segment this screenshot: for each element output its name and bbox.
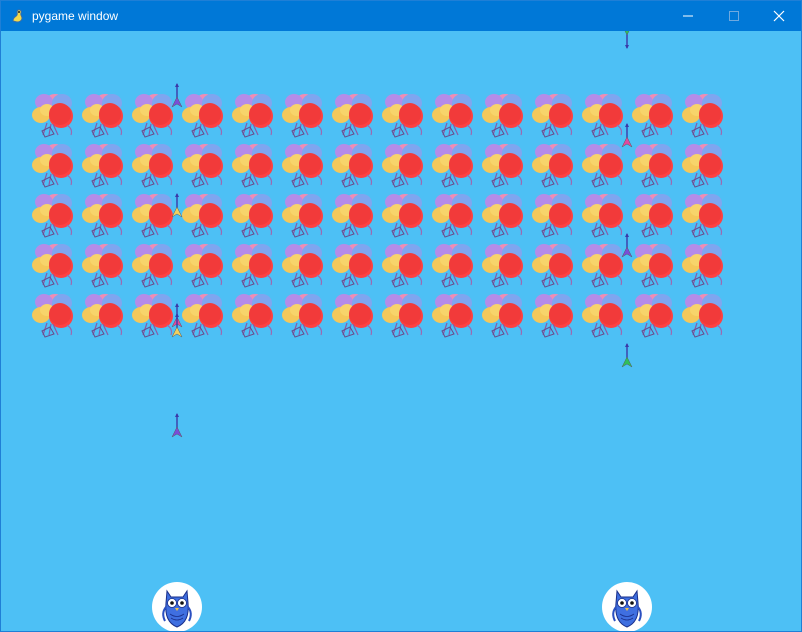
balloon-invader xyxy=(31,291,81,341)
balloon-invader xyxy=(681,241,731,291)
balloon-invader xyxy=(531,291,581,341)
balloon-invader xyxy=(131,141,181,191)
title-bar[interactable]: pygame window xyxy=(1,1,801,31)
balloon-invader xyxy=(631,191,681,241)
balloon-invader xyxy=(631,141,681,191)
balloon-invader xyxy=(681,91,731,141)
game-canvas[interactable] xyxy=(1,31,801,631)
balloon-invader xyxy=(281,291,331,341)
dart-projectile xyxy=(171,83,183,109)
owl-player-ship xyxy=(601,581,653,631)
balloon-invader xyxy=(481,191,531,241)
balloon-invader xyxy=(531,241,581,291)
balloon-invader xyxy=(181,241,231,291)
balloon-invader xyxy=(81,91,131,141)
balloon-invader xyxy=(181,191,231,241)
balloon-invader xyxy=(331,291,381,341)
balloon-invader xyxy=(231,241,281,291)
balloon-invader xyxy=(631,241,681,291)
balloon-invader xyxy=(631,91,681,141)
balloon-invader xyxy=(431,191,481,241)
dart-projectile xyxy=(171,313,183,339)
minimize-button[interactable] xyxy=(665,1,711,31)
owl-player-ship xyxy=(151,581,203,631)
balloon-invader xyxy=(231,191,281,241)
dart-projectile xyxy=(621,31,633,49)
balloon-invader xyxy=(181,91,231,141)
balloon-invader xyxy=(381,241,431,291)
maximize-button[interactable] xyxy=(711,1,757,31)
balloon-invader xyxy=(381,141,431,191)
balloon-invader xyxy=(531,141,581,191)
balloon-invader xyxy=(281,91,331,141)
balloon-invader xyxy=(381,191,431,241)
balloon-invader xyxy=(431,241,481,291)
balloon-invader xyxy=(31,141,81,191)
minimize-icon xyxy=(683,15,693,17)
balloon-invader xyxy=(431,91,481,141)
close-button[interactable] xyxy=(756,1,801,31)
dart-projectile xyxy=(171,193,183,219)
balloon-invader xyxy=(131,241,181,291)
balloon-invader xyxy=(531,91,581,141)
balloon-invader xyxy=(31,191,81,241)
balloon-invader xyxy=(431,291,481,341)
balloon-invader xyxy=(381,291,431,341)
balloon-invader xyxy=(431,141,481,191)
balloon-invader xyxy=(681,141,731,191)
balloon-invader xyxy=(81,191,131,241)
window-title: pygame window xyxy=(32,9,119,23)
balloon-invader xyxy=(231,91,281,141)
balloon-invader xyxy=(481,291,531,341)
balloon-invader xyxy=(281,241,331,291)
balloon-invader xyxy=(231,141,281,191)
balloon-invader xyxy=(331,141,381,191)
balloon-invader xyxy=(581,291,631,341)
balloon-invader xyxy=(81,291,131,341)
balloon-invader xyxy=(331,241,381,291)
balloon-invader xyxy=(381,91,431,141)
balloon-invader xyxy=(281,141,331,191)
balloon-invader xyxy=(631,291,681,341)
dart-projectile xyxy=(621,233,633,259)
dart-projectile xyxy=(621,343,633,369)
pygame-snake-icon xyxy=(10,8,26,24)
balloon-invader xyxy=(31,91,81,141)
balloon-invader xyxy=(81,241,131,291)
balloon-invader xyxy=(281,191,331,241)
balloon-invader xyxy=(481,241,531,291)
balloon-invader xyxy=(681,191,731,241)
dart-projectile xyxy=(621,123,633,149)
balloon-invader xyxy=(531,191,581,241)
balloon-invader xyxy=(481,141,531,191)
maximize-icon xyxy=(729,11,739,21)
balloon-invader xyxy=(181,291,231,341)
close-icon xyxy=(773,10,785,22)
balloon-invader xyxy=(231,291,281,341)
pygame-window: pygame window xyxy=(0,0,802,632)
balloon-invader xyxy=(181,141,231,191)
balloon-invader xyxy=(331,91,381,141)
balloon-invader xyxy=(31,241,81,291)
balloon-invader xyxy=(681,291,731,341)
balloon-invader xyxy=(331,191,381,241)
balloon-invader xyxy=(81,141,131,191)
dart-projectile xyxy=(171,413,183,439)
balloon-invader xyxy=(481,91,531,141)
